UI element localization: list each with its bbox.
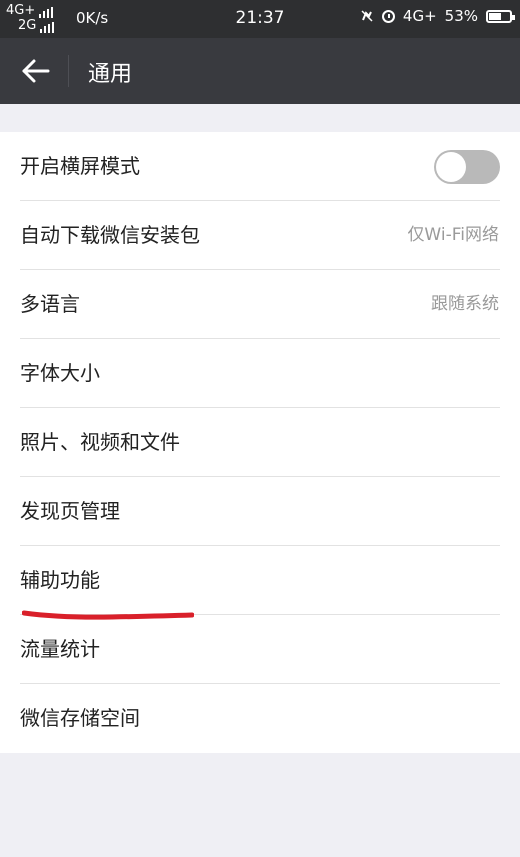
mute-icon: [361, 10, 373, 22]
navbar-divider: [68, 55, 69, 87]
setting-label: 字体大小: [20, 361, 100, 385]
alarm-icon: [381, 9, 395, 23]
setting-discover-management[interactable]: 发现页管理: [0, 477, 520, 546]
setting-auto-download[interactable]: 自动下载微信安装包 仅Wi-Fi网络: [0, 201, 520, 270]
network-type-right: 4G+: [402, 7, 437, 25]
setting-label: 照片、视频和文件: [20, 430, 180, 454]
battery-icon: [486, 9, 515, 23]
setting-accessibility[interactable]: 辅助功能: [0, 546, 520, 615]
setting-value: 跟随系统: [431, 294, 499, 314]
setting-language[interactable]: 多语言 跟随系统: [0, 270, 520, 339]
setting-font-size[interactable]: 字体大小: [0, 339, 520, 408]
setting-landscape-mode[interactable]: 开启横屏模式: [0, 132, 520, 201]
battery-fill: [489, 12, 501, 20]
red-underline-annotation: [22, 610, 194, 620]
status-bar: 4G+ 2G 0K/s 21:37 4G+ 53%: [0, 0, 520, 38]
setting-label: 自动下载微信安装包: [20, 223, 200, 247]
setting-data-usage[interactable]: 流量统计: [0, 615, 520, 684]
toggle-knob: [436, 152, 466, 182]
landscape-mode-toggle[interactable]: [434, 150, 500, 184]
setting-label: 辅助功能: [20, 568, 100, 592]
setting-label: 流量统计: [20, 637, 100, 661]
setting-media-files[interactable]: 照片、视频和文件: [0, 408, 520, 477]
setting-label: 多语言: [20, 292, 80, 316]
setting-label: 发现页管理: [20, 499, 120, 523]
setting-label: 微信存储空间: [20, 706, 140, 730]
setting-value: 仅Wi-Fi网络: [407, 225, 499, 245]
settings-list: 开启横屏模式 自动下载微信安装包 仅Wi-Fi网络 多语言 跟随系统 字体大小 …: [0, 132, 520, 753]
navbar: 通用: [0, 38, 520, 104]
setting-label: 开启横屏模式: [20, 154, 140, 178]
battery-percent: 53%: [444, 7, 478, 25]
status-right: 4G+ 53%: [360, 7, 515, 25]
arrow-left-icon: [22, 59, 50, 83]
setting-storage[interactable]: 微信存储空间: [0, 684, 520, 753]
back-button[interactable]: [20, 54, 52, 88]
page-title: 通用: [88, 62, 133, 87]
